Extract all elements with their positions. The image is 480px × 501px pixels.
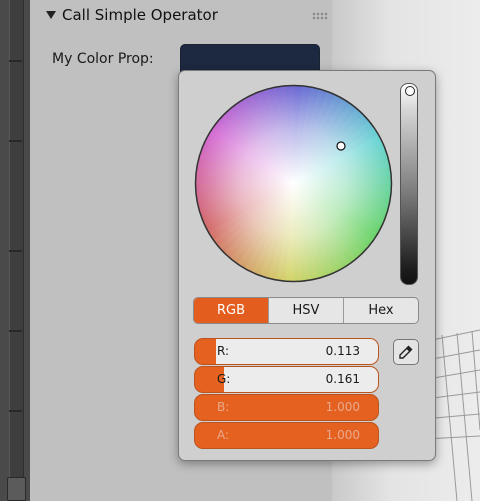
grip-icon[interactable] [312,12,328,20]
color-mode-tabs: RGB HSV Hex [193,297,419,324]
value-slider[interactable] [400,83,418,285]
tool-tabs-strip [0,0,30,501]
field-g[interactable]: G: 0.161 [194,366,379,393]
tab-rgb[interactable]: RGB [194,298,269,323]
wheel-cursor [336,141,346,151]
field-g-label: G: [217,372,231,386]
tab-hex[interactable]: Hex [344,298,418,323]
color-picker-popup: RGB HSV Hex R: 0.113 G: 0.161 B: 1.000 A… [178,70,436,461]
field-b-value: 1.000 [325,400,360,414]
field-r-label: R: [217,344,230,358]
field-g-value: 0.161 [325,372,360,386]
eyedropper-icon [399,345,413,359]
value-slider-handle[interactable] [405,86,415,96]
tab-divider [9,330,22,332]
rgba-fields: R: 0.113 G: 0.161 B: 1.000 A: 1.000 [194,338,379,450]
tab-hsv[interactable]: HSV [269,298,344,323]
field-b-label: B: [217,400,230,414]
color-prop-label: My Color Prop: [52,51,154,67]
color-wheel[interactable] [191,81,396,286]
eyedropper-button[interactable] [393,339,419,365]
tab-divider [9,250,22,252]
field-a-label: A: [217,428,230,442]
tab-icon[interactable] [7,477,26,501]
panel-title: Call Simple Operator [62,6,218,24]
field-a[interactable]: A: 1.000 [194,422,379,449]
tab-divider [9,60,22,62]
field-r[interactable]: R: 0.113 [194,338,379,365]
triangle-down-icon[interactable] [46,11,56,19]
field-b[interactable]: B: 1.000 [194,394,379,421]
panel-header[interactable]: Call Simple Operator [46,6,218,24]
tab-divider [9,410,22,412]
tab-divider [9,140,22,142]
field-a-value: 1.000 [325,428,360,442]
field-r-value: 0.113 [325,344,360,358]
